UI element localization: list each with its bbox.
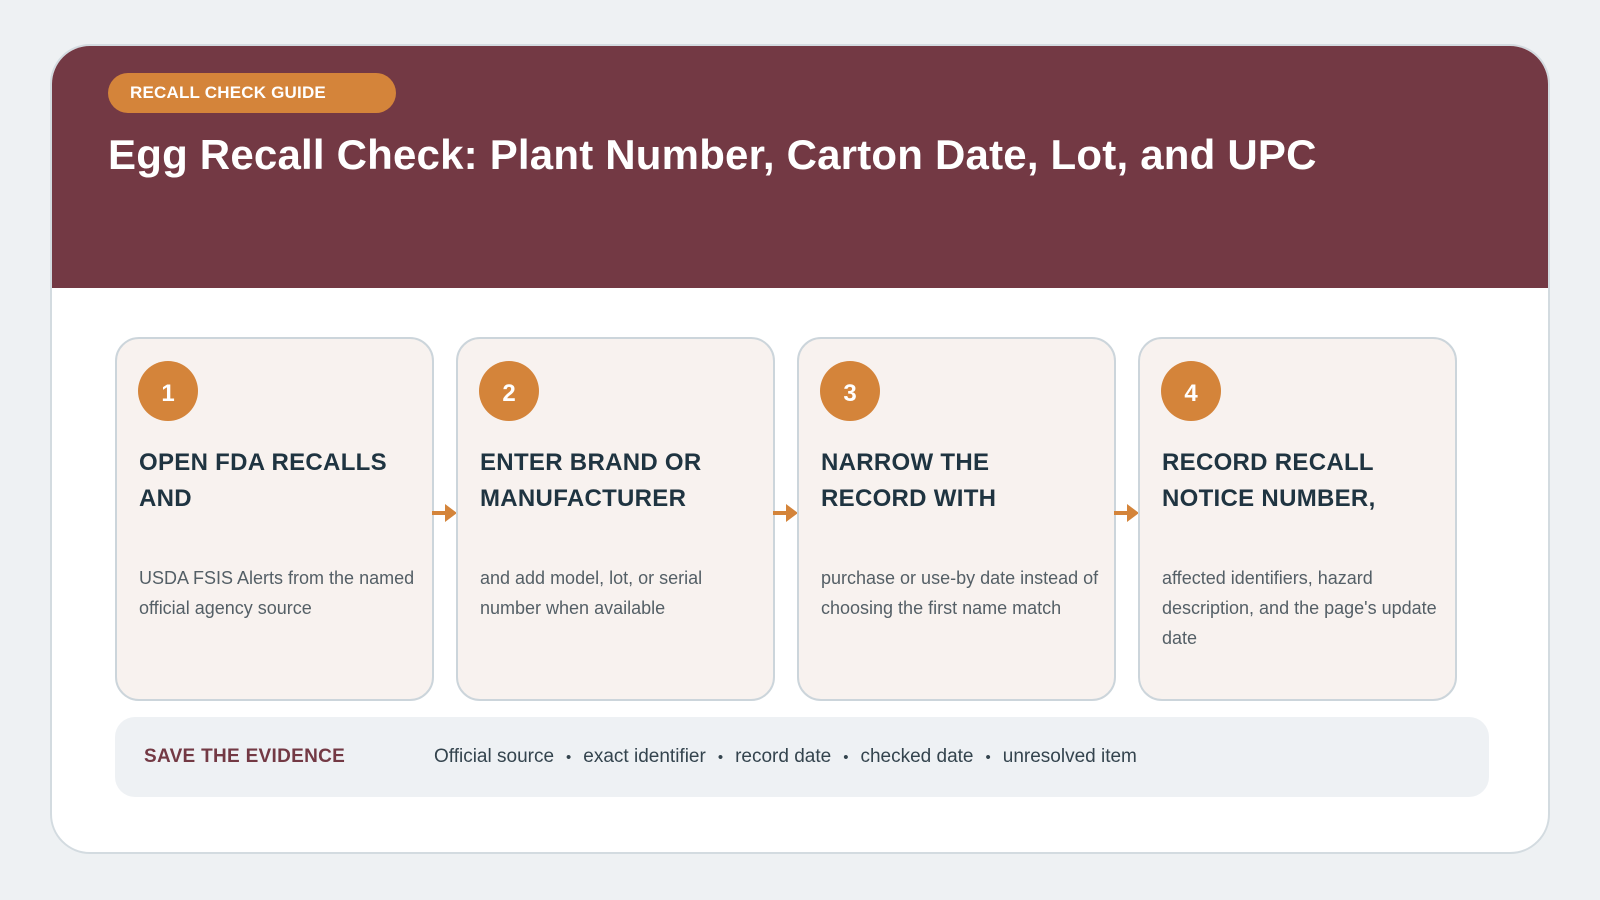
evidence-item: Official source bbox=[434, 746, 555, 767]
step-description: affected identifiers, hazard description… bbox=[1162, 568, 1437, 648]
bullet-separator: • bbox=[566, 748, 572, 766]
step-card-3: 3 NARROW THE RECORD WITH purchase or use… bbox=[797, 337, 1116, 701]
step-heading: NARROW THE RECORD WITH bbox=[821, 449, 997, 512]
step-number-badge: 4 bbox=[1161, 361, 1221, 421]
evidence-item: exact identifier bbox=[583, 746, 706, 767]
step-number-badge: 1 bbox=[138, 361, 198, 421]
bullet-separator: • bbox=[843, 748, 849, 766]
arrow-right-icon bbox=[432, 504, 457, 522]
step-heading: RECORD RECALL NOTICE NUMBER, bbox=[1162, 449, 1376, 512]
bullet-separator: • bbox=[717, 748, 724, 766]
step-heading: OPEN FDA RECALLS AND bbox=[139, 449, 387, 512]
evidence-item: record date bbox=[735, 746, 832, 767]
evidence-bar: SAVE THE EVIDENCE Official source • exac… bbox=[115, 717, 1489, 797]
evidence-item: unresolved item bbox=[1002, 746, 1137, 767]
header-banner: RECALL CHECK GUIDE Egg Recall Check: Pla… bbox=[52, 46, 1548, 288]
arrow-right-icon bbox=[773, 504, 798, 522]
evidence-items: Official source • exact identifier • rec… bbox=[434, 717, 1137, 797]
bullet-separator: • bbox=[985, 748, 991, 766]
page-title: Egg Recall Check: Plant Number, Carton D… bbox=[108, 131, 1317, 178]
evidence-label: SAVE THE EVIDENCE bbox=[144, 746, 346, 767]
arrow-right-icon bbox=[1114, 504, 1139, 522]
step-number-badge: 2 bbox=[479, 361, 539, 421]
step-number-badge: 3 bbox=[820, 361, 880, 421]
step-card-4: 4 RECORD RECALL NOTICE NUMBER, affected … bbox=[1138, 337, 1457, 701]
step-card-2: 2 ENTER BRAND OR MANUFACTURER and add mo… bbox=[456, 337, 775, 701]
guide-card: RECALL CHECK GUIDE Egg Recall Check: Pla… bbox=[50, 44, 1550, 854]
step-description: and add model, lot, or serial number whe… bbox=[480, 568, 703, 618]
step-description: USDA FSIS Alerts from the named official… bbox=[139, 568, 415, 618]
step-description: purchase or use-by date instead of choos… bbox=[821, 568, 1099, 618]
step-heading: ENTER BRAND OR MANUFACTURER bbox=[480, 449, 702, 512]
step-card-1: 1 OPEN FDA RECALLS AND USDA FSIS Alerts … bbox=[115, 337, 434, 701]
guide-badge: RECALL CHECK GUIDE bbox=[108, 73, 396, 113]
evidence-item: checked date bbox=[860, 746, 974, 767]
